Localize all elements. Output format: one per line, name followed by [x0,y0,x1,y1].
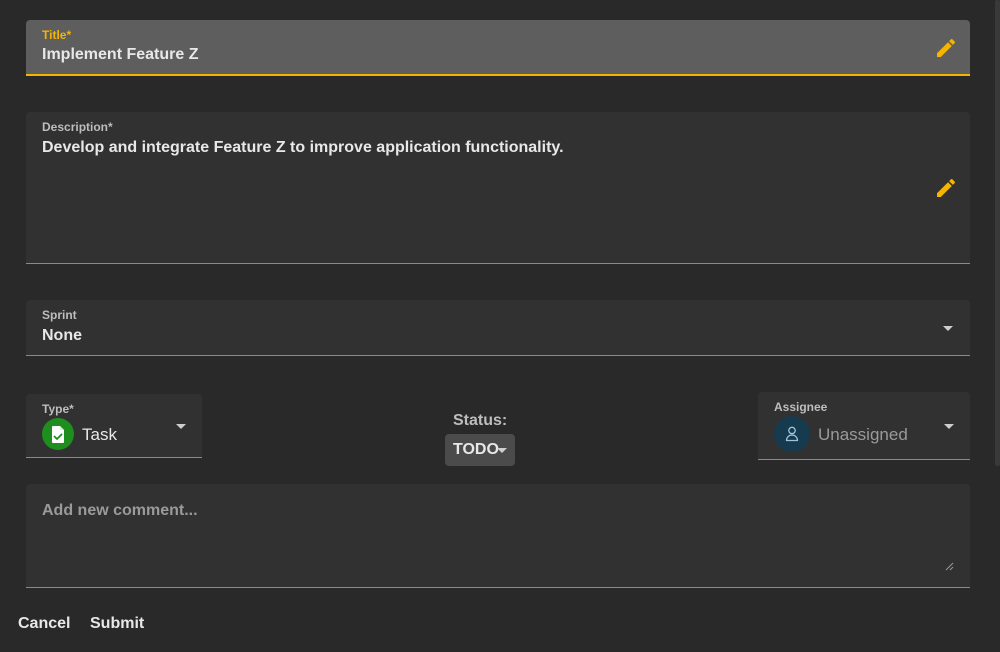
scrollbar-thumb[interactable] [995,0,1000,466]
task-edit-dialog: Title* Implement Feature Z Description* … [0,0,1000,652]
person-icon [785,426,799,442]
title-field[interactable]: Title* Implement Feature Z [26,20,970,76]
chevron-down-icon[interactable] [944,424,954,429]
comment-input[interactable] [42,502,954,574]
type-label: Type* [42,402,74,416]
assignee-select[interactable]: Assignee Unassigned [758,392,970,460]
resize-handle-icon[interactable] [944,561,954,571]
chevron-down-icon[interactable] [176,424,186,429]
assignee-label: Assignee [774,400,828,414]
status-dropdown-button[interactable]: TODO [445,434,515,466]
status-label: Status: [453,412,508,429]
title-value[interactable]: Implement Feature Z [42,46,198,64]
title-label: Title* [42,28,72,42]
sprint-value: None [42,327,82,344]
assignee-value: Unassigned [818,425,908,444]
status-value: TODO [453,441,499,458]
task-document-icon [52,426,64,443]
avatar [774,416,810,452]
scrollbar[interactable] [995,0,1000,652]
type-select[interactable]: Type* Task [26,394,202,458]
task-type-badge [42,418,74,450]
comment-field[interactable] [26,484,970,588]
type-value: Task [82,425,117,444]
pencil-icon[interactable] [934,36,958,60]
submit-button[interactable]: Submit [90,612,144,636]
sprint-select[interactable]: Sprint None [26,300,970,356]
sprint-label: Sprint [42,308,77,322]
description-value[interactable]: Develop and integrate Feature Z to impro… [42,139,564,157]
description-field[interactable]: Description* Develop and integrate Featu… [26,112,970,264]
cancel-button[interactable]: Cancel [18,612,70,636]
chevron-down-icon [497,448,507,453]
chevron-down-icon[interactable] [943,326,953,331]
description-label: Description* [42,120,113,134]
pencil-icon[interactable] [934,176,958,200]
